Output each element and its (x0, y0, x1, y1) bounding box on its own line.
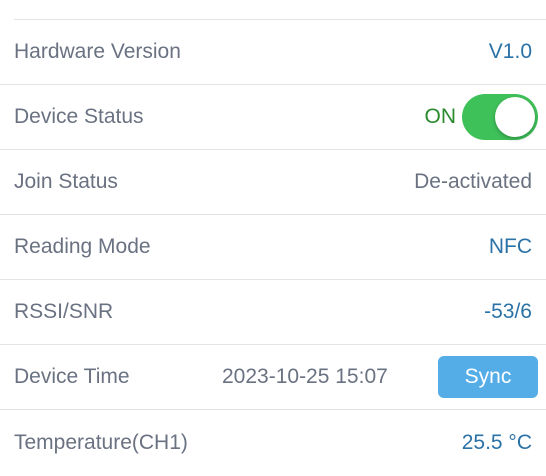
temperature-label: Temperature(CH1) (14, 430, 188, 454)
sync-button[interactable]: Sync (438, 356, 538, 398)
join-status-label: Join Status (14, 170, 118, 193)
row-rssi-snr: RSSI/SNR -53/6 (0, 280, 546, 345)
row-reading-mode[interactable]: Reading Mode NFC (0, 215, 546, 280)
join-status-value: De-activated (414, 170, 532, 193)
row-device-status: Device Status ON (0, 85, 546, 150)
row-temperature: Temperature(CH1) 25.5 °C (0, 410, 546, 475)
row-join-status: Join Status De-activated (0, 150, 546, 215)
device-status-label: Device Status (14, 105, 144, 128)
device-time-value: 2023-10-25 15:07 (222, 365, 388, 388)
row-hardware-version: Hardware Version V1.0 (0, 20, 546, 85)
rssi-snr-value: -53/6 (484, 300, 532, 323)
device-time-label: Device Time (14, 365, 130, 388)
reading-mode-label: Reading Mode (14, 235, 151, 258)
row-device-time: Device Time 2023-10-25 15:07 Sync (0, 345, 546, 410)
rssi-snr-label: RSSI/SNR (14, 300, 114, 323)
device-status-toggle[interactable] (462, 94, 538, 140)
toggle-knob (495, 97, 535, 137)
device-status-control: ON (424, 94, 538, 140)
hardware-version-label: Hardware Version (14, 40, 181, 63)
hardware-version-value: V1.0 (488, 40, 532, 63)
device-status-value: ON (424, 105, 457, 128)
temperature-value: 25.5 °C (461, 430, 532, 454)
reading-mode-value[interactable]: NFC (489, 235, 532, 259)
device-info-list: Hardware Version V1.0 Device Status ON J… (0, 0, 546, 476)
